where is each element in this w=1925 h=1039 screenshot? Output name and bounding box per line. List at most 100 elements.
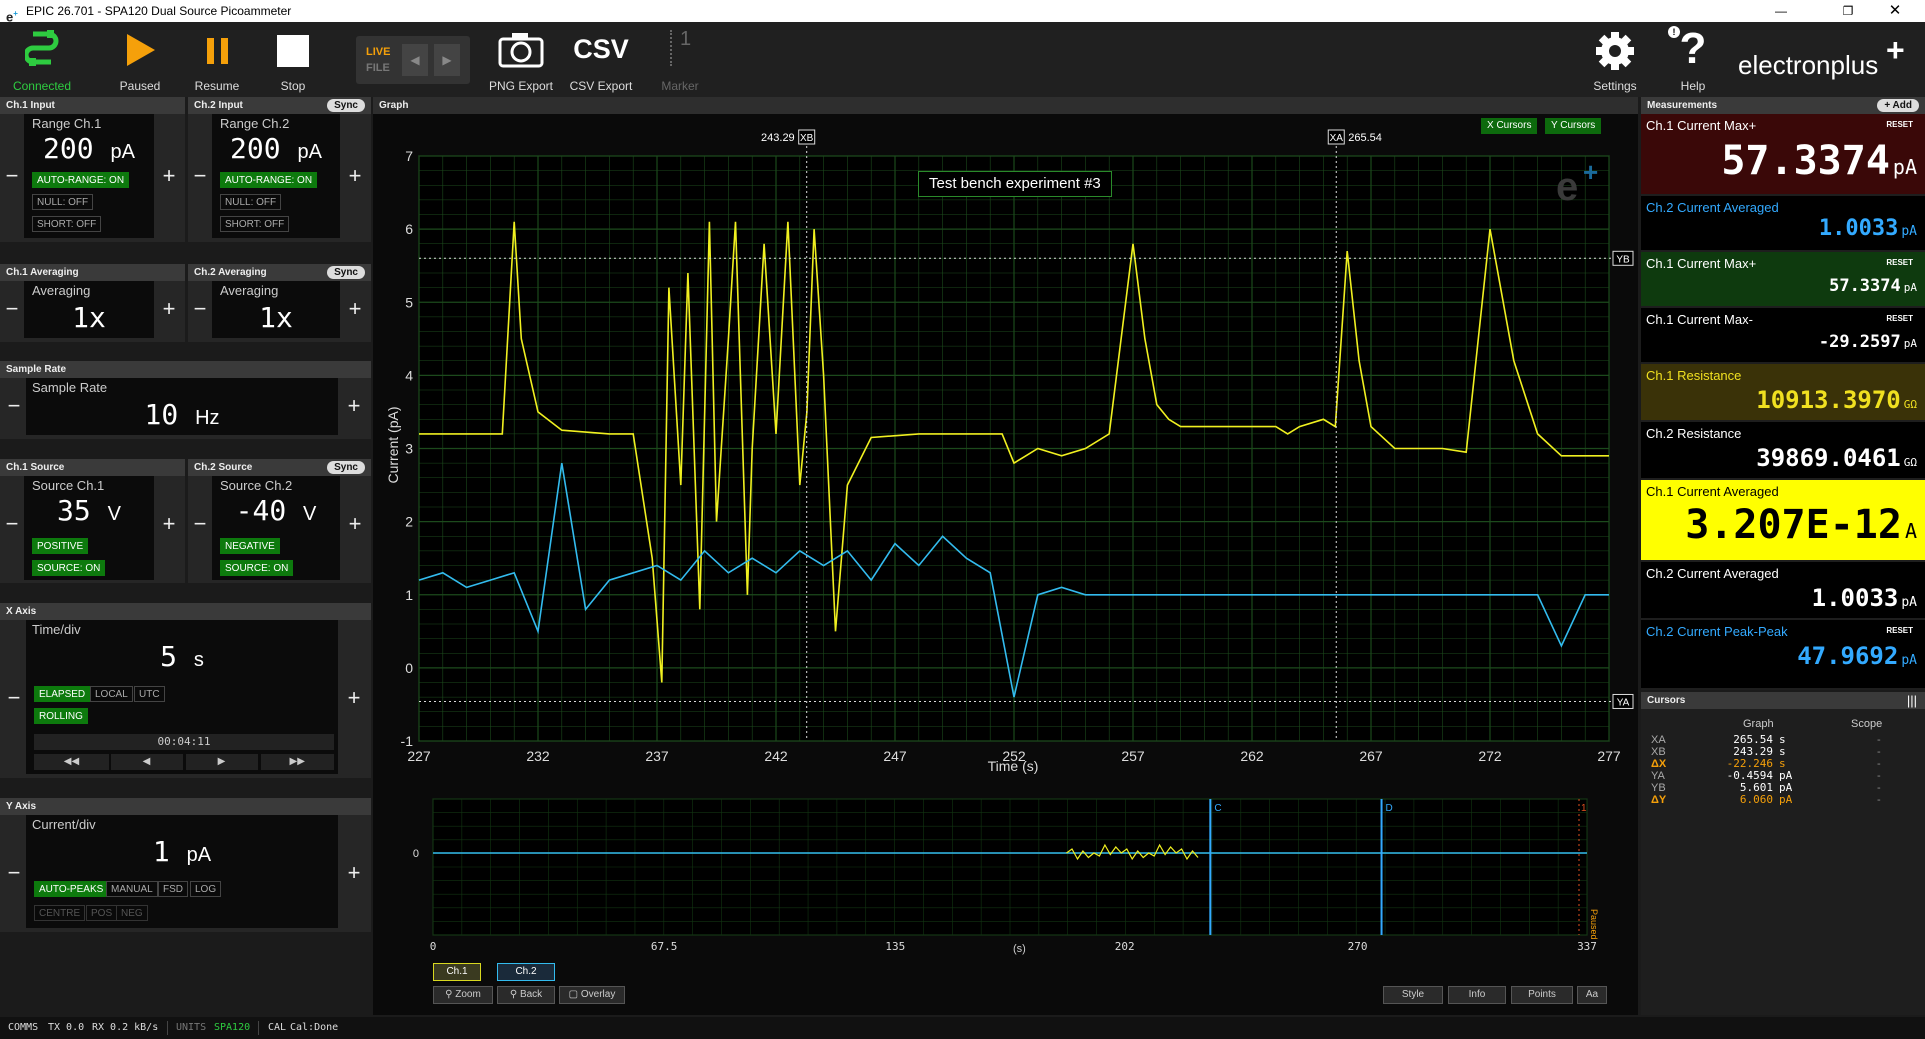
source-ch2-unit: V [303,503,317,525]
forward-arrow-icon[interactable]: ▶ [434,44,460,76]
elapsed-toggle[interactable]: ELAPSED [34,686,91,702]
ch1-source-toggle[interactable]: SOURCE: ON [32,560,106,576]
ch2-source-plus-button[interactable]: + [343,511,367,537]
fast-forward-icon[interactable]: ▶▶ [260,754,334,770]
ch1-autorange-toggle[interactable]: AUTO-RANGE: ON [32,172,130,188]
source-ch1-number: 35 [57,494,91,527]
ch2-input-sync-button[interactable]: Sync [327,99,365,112]
ch2-range-plus-button[interactable]: + [343,163,367,189]
connected-button[interactable]: Connected [4,22,80,97]
ch2-source-sync-button[interactable]: Sync [327,461,365,474]
ch2-range-minus-button[interactable]: − [188,163,212,189]
neg-toggle[interactable]: NEG [116,905,148,921]
ch1-null-toggle[interactable]: NULL: OFF [32,194,94,210]
points-button[interactable]: Points [1511,986,1573,1004]
range-ch1-label: Range Ch.1 [32,116,102,131]
fsd-toggle[interactable]: FSD [158,881,188,897]
zoom-button[interactable]: ⚲ Zoom [433,986,493,1004]
png-export-button[interactable]: PNG Export [486,22,556,97]
centre-toggle[interactable]: CENTRE [34,905,86,921]
ch1-source-plus-button[interactable]: + [157,511,181,537]
ch1-short-toggle[interactable]: SHORT: OFF [32,216,102,232]
ch2-source-toggle[interactable]: SOURCE: ON [220,560,294,576]
reset-button[interactable]: RESET [1886,626,1913,635]
measurement-card[interactable]: Ch.2 Current Peak-Peak RESET 47.9692 pA [1641,620,1925,688]
rolling-toggle[interactable]: ROLLING [34,708,88,724]
paused-button[interactable]: Paused [105,22,175,97]
pos-toggle[interactable]: POS [86,905,118,921]
rewind-icon[interactable]: ◀ [110,754,183,770]
ch2-short-toggle[interactable]: SHORT: OFF [220,216,290,232]
measurement-card[interactable]: Ch.1 Resistance 10913.3970 GΩ [1641,364,1925,420]
close-icon[interactable]: ✕ [1880,0,1910,22]
sample-rate-minus-button[interactable]: − [2,393,26,419]
ch1-range-minus-button[interactable]: − [0,163,24,189]
ch2-null-toggle[interactable]: NULL: OFF [220,194,282,210]
ch2-source-body: Source Ch.2 -40 V NEGATIVE SOURCE: ON [212,476,340,580]
manual-toggle[interactable]: MANUAL [106,881,158,897]
ch1-polarity-toggle[interactable]: POSITIVE [32,538,89,554]
measurement-card[interactable]: Ch.2 Resistance 39869.0461 GΩ [1641,422,1925,478]
restore-icon[interactable]: ❐ [1833,0,1863,22]
ch1-averaging-minus-button[interactable]: − [0,296,24,322]
help-button[interactable]: ? ! Help [1660,22,1726,97]
current-div-minus-button[interactable]: − [2,860,26,886]
time-div-plus-button[interactable]: + [342,685,366,711]
ch2-autorange-toggle[interactable]: AUTO-RANGE: ON [220,172,318,188]
chart-annotation[interactable]: Test bench experiment #3 [918,171,1112,197]
ch1-trace-button[interactable]: Ch.1 [433,963,481,981]
overview-chart[interactable]: C D 1 0 Paused 0 67.5 135 202 270 337 [373,787,1638,953]
sample-rate-plus-button[interactable]: + [342,393,366,419]
current-div-unit: pA [186,844,212,866]
measurement-card[interactable]: Ch.1 Current Max+ RESET 57.3374 pA [1641,252,1925,306]
ch2-averaging-plus-button[interactable]: + [343,296,367,322]
marker-button[interactable]: 1 Marker [650,22,710,97]
ch2-polarity-toggle[interactable]: NEGATIVE [220,538,280,554]
csv-export-button[interactable]: CSV CSV Export [566,22,636,97]
watermark-logo: e [1556,165,1579,209]
back-button[interactable]: ⚲ Back [497,986,555,1004]
y-tick-label: 2 [405,514,413,530]
measurement-title: Ch.2 Current Peak-Peak [1646,624,1788,639]
log-toggle[interactable]: LOG [190,881,222,897]
style-button[interactable]: Style [1383,986,1443,1004]
aa-button[interactable]: Aa [1577,986,1607,1004]
stop-button[interactable]: Stop [258,22,328,97]
ch2-averaging-sync-button[interactable]: Sync [327,266,365,279]
source-ch1-value: 35 V [24,494,154,527]
overlay-button[interactable]: ▢ Overlay [559,986,625,1004]
auto-peaks-toggle[interactable]: AUTO-PEAKS [34,881,109,897]
measurement-card[interactable]: Ch.2 Current Averaged 1.0033 pA [1641,196,1925,250]
minimize-icon[interactable]: — [1766,0,1796,22]
reset-button[interactable]: RESET [1886,120,1913,129]
ch1-source-minus-button[interactable]: − [0,511,24,537]
menu-icon[interactable]: ||| [1907,693,1917,708]
measurement-card[interactable]: Ch.1 Current Max+ RESET 57.3374 pA [1641,114,1925,194]
ch1-range-plus-button[interactable]: + [157,163,181,189]
forward-icon[interactable]: ▶ [185,754,258,770]
reset-button[interactable]: RESET [1886,314,1913,323]
fast-rewind-icon[interactable]: ◀◀ [34,754,109,770]
measurement-card[interactable]: Ch.2 Current Averaged 1.0033 pA [1641,562,1925,618]
info-button[interactable]: Info [1448,986,1506,1004]
settings-button[interactable]: Settings [1582,22,1648,97]
reset-button[interactable]: RESET [1886,258,1913,267]
cursor-name: YA [1651,770,1665,782]
local-toggle[interactable]: LOCAL [90,686,133,702]
back-arrow-icon[interactable]: ◀ [402,44,428,76]
main-chart[interactable]: XB243.29 XA 265.54YBYA 227 232 237 242 247 252 2… [373,114,1638,804]
ch2-trace-button[interactable]: Ch.2 [497,963,555,981]
current-div-plus-button[interactable]: + [342,860,366,886]
magnifier-icon: ⚲ [445,989,453,1000]
measurement-card[interactable]: Ch.1 Current Averaged 3.207E-12 A [1641,480,1925,560]
time-div-minus-button[interactable]: − [2,685,26,711]
resume-button[interactable]: Resume [182,22,252,97]
measurement-card[interactable]: Ch.1 Current Max- RESET -29.2597 pA [1641,308,1925,362]
live-file-switch[interactable]: LIVE FILE ◀ ▶ [356,36,470,84]
ch2-averaging-minus-button[interactable]: − [188,296,212,322]
cursors-header: Cursors [1641,692,1925,709]
utc-toggle[interactable]: UTC [134,686,165,702]
ch2-source-minus-button[interactable]: − [188,511,212,537]
add-measurement-button[interactable]: + Add [1877,99,1919,112]
ch1-averaging-plus-button[interactable]: + [157,296,181,322]
